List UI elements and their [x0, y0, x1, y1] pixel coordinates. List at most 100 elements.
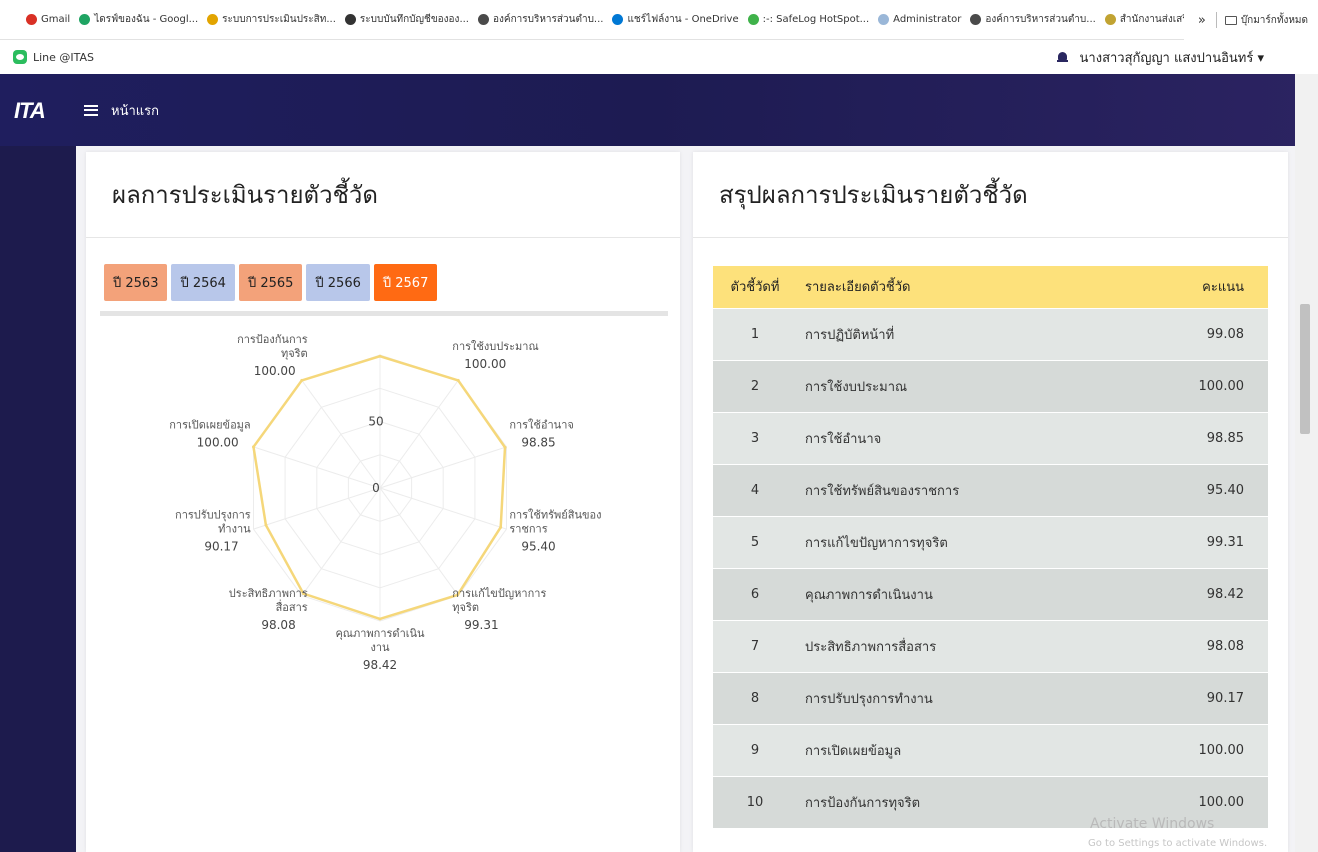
cell-name: การปฏิบัติหน้าที่	[797, 307, 1158, 360]
year-tab-2567[interactable]: ปี 2567	[373, 264, 438, 301]
folder-icon	[1224, 15, 1237, 25]
table-row: 1 การปฏิบัติหน้าที่ 99.08	[713, 307, 1268, 360]
header-name: รายละเอียดตัวชี้วัด	[797, 266, 1158, 308]
radar-axis-label: การใช้งบประมาณ	[452, 340, 538, 353]
radar-value-label: 100.00	[464, 357, 506, 371]
cell-score: 90.17	[1158, 671, 1268, 724]
cell-name: การแก้ไขปัญหาการทุจริต	[797, 515, 1158, 568]
cell-score: 99.31	[1158, 515, 1268, 568]
bookmark-item[interactable]: Gmail	[26, 14, 70, 25]
radar-axis-label: ราชการ	[509, 523, 547, 536]
activate-windows-subtitle: Go to Settings to activate Windows.	[1088, 838, 1268, 849]
page-scrollbar[interactable]	[1295, 74, 1318, 852]
cell-name: การเปิดเผยข้อมูล	[797, 723, 1158, 776]
table-row: 5 การแก้ไขปัญหาการทุจริต 99.31	[713, 515, 1268, 568]
user-menu[interactable]: นางสาวสุกัญญา แสงปานอินทร์ ▾	[1056, 40, 1264, 74]
user-name[interactable]: นางสาวสุกัญญา แสงปานอินทร์ ▾	[1080, 47, 1264, 68]
bookmark-label: แชร์ไฟล์งาน - OneDrive	[627, 14, 739, 25]
table-row: 8 การปรับปรุงการทำงาน 90.17	[713, 671, 1268, 724]
ita-logo[interactable]: ITA	[14, 98, 64, 123]
bookmark-list: Gmail ไดรฟ์ของฉัน - Googl... ระบบการประเมิ…	[26, 12, 1318, 27]
bookmark-label: ไดรฟ์ของฉัน - Googl...	[94, 14, 199, 25]
bookmark-label: องค์การบริหารส่วนตำบ...	[492, 14, 604, 25]
more-bookmarks-button[interactable]: »	[1198, 13, 1206, 28]
all-bookmarks-link[interactable]: บุ๊กมาร์กทั้งหมด	[1241, 13, 1308, 28]
cell-no: 8	[713, 671, 797, 724]
radar-chart: 050การปฏิบัติหน้าที่99.08การใช้งบประมาณ1…	[169, 333, 601, 672]
top-info-bar: Line @ITAS นางสาวสุกัญญา แสงปานอินทร์ ▾	[0, 40, 1318, 74]
bookmark-label: :-: SafeLog HotSpot...	[762, 14, 870, 25]
bookmark-item[interactable]: องค์การบริหารส่วนตำบ...	[970, 12, 1096, 27]
radar-axis-label: คุณภาพการดำเนิน	[335, 627, 425, 640]
radar-value-label: 99.31	[464, 618, 498, 632]
sidebar	[0, 146, 76, 852]
year-tab-2564[interactable]: ปี 2564	[171, 264, 235, 301]
radar-axis-label: การแก้ไขปัญหาการ	[452, 587, 546, 600]
radar-point	[503, 445, 507, 449]
cell-no: 4	[713, 463, 797, 516]
cell-no: 6	[713, 567, 797, 620]
header-score: คะแนน	[1158, 266, 1268, 308]
bookmark-label: ระบบบันทึกบัญชีขององ...	[359, 14, 469, 25]
bell-icon[interactable]	[1056, 51, 1068, 63]
radar-spoke	[379, 487, 459, 596]
bookmark-label: Administrator	[893, 14, 962, 25]
main-navbar: ITA หน้าแรก	[0, 74, 1302, 146]
activate-windows-title: Activate Windows	[1090, 816, 1215, 832]
radar-axis-label: การใช้ทรัพย์สินของ	[509, 509, 601, 522]
radar-value-label: 90.17	[204, 540, 238, 554]
bookmark-favicon-icon	[612, 14, 624, 25]
bookmark-item[interactable]: :-: SafeLog HotSpot...	[747, 14, 870, 25]
year-tab-2565[interactable]: ปี 2565	[238, 264, 303, 301]
bookmark-item[interactable]: ไดรฟ์ของฉัน - Googl...	[79, 12, 198, 27]
cell-no: 10	[713, 775, 797, 828]
cell-no: 1	[713, 307, 797, 360]
radar-axis-label: การใช้อำนาจ	[509, 418, 574, 431]
radar-point	[378, 354, 382, 358]
year-tabs: ปี 2563 ปี 2564 ปี 2565 ปี 2566 ปี 2567	[104, 264, 441, 301]
radar-axis-label: การเปิดเผยข้อมูล	[169, 418, 250, 431]
bookmark-favicon-icon	[878, 14, 890, 25]
bookmark-item[interactable]: องค์การบริหารส่วนตำบ...	[477, 12, 604, 27]
radar-point	[378, 617, 382, 621]
radar-axis-label: การปรับปรุงการ	[175, 509, 251, 522]
bookmarks-overflow: » บุ๊กมาร์กทั้งหมด	[1183, 0, 1318, 40]
bookmark-item[interactable]: Administrator	[878, 14, 961, 25]
bookmark-item[interactable]: ระบบบันทึกบัญชีขององ...	[344, 12, 469, 27]
line-link[interactable]: Line @ITAS	[33, 51, 94, 64]
bookmark-label: ระบบการประเมินประสิท...	[222, 14, 336, 25]
cell-name: ประสิทธิภาพการสื่อสาร	[797, 619, 1158, 672]
hamburger-menu-icon[interactable]	[84, 104, 98, 116]
radar-axis-label: งาน	[370, 641, 390, 654]
scrollbar-thumb[interactable]	[1300, 304, 1310, 434]
cell-name: คุณภาพการดำเนินงาน	[797, 567, 1158, 620]
cell-name: การใช้อำนาจ	[797, 411, 1158, 464]
radar-axis-label: ทุจริต	[281, 347, 308, 360]
cell-score: 98.85	[1158, 411, 1268, 464]
bookmark-item[interactable]: ระบบการประเมินประสิท...	[207, 12, 336, 27]
radar-spoke	[379, 380, 459, 489]
year-tabs-divider	[100, 311, 668, 316]
card-title: สรุปผลการประเมินรายตัวชี้วัด	[719, 181, 1028, 209]
bookmark-favicon-icon	[207, 14, 219, 25]
bookmark-item[interactable]: แชร์ไฟล์งาน - OneDrive	[612, 12, 739, 27]
cell-no: 2	[713, 359, 797, 412]
bookmark-favicon-icon	[970, 14, 982, 25]
bookmarks-bar: Gmail ไดรฟ์ของฉัน - Googl... ระบบการประเมิ…	[0, 0, 1318, 40]
radar-value-label: 100.00	[197, 435, 239, 449]
radar-spoke	[301, 380, 381, 489]
card-header: ผลการประเมินรายตัวชี้วัด	[86, 152, 680, 238]
cell-no: 7	[713, 619, 797, 672]
radar-axis-label: ทำงาน	[218, 523, 251, 536]
year-tab-2563[interactable]: ปี 2563	[104, 264, 168, 301]
cell-score: 95.40	[1158, 463, 1268, 516]
radar-value-label: 98.85	[521, 435, 555, 449]
bookmark-label: องค์การบริหารส่วนตำบ...	[985, 14, 1096, 25]
nav-home-link[interactable]: หน้าแรก	[111, 100, 159, 121]
table-row: 9 การเปิดเผยข้อมูล 100.00	[713, 723, 1268, 776]
bookmark-favicon-icon	[344, 14, 356, 25]
radar-value-label: 98.42	[363, 658, 397, 672]
year-tab-2566[interactable]: ปี 2566	[306, 264, 370, 301]
radar-axis-label: ทุจริต	[452, 601, 479, 614]
radar-point	[264, 523, 268, 527]
